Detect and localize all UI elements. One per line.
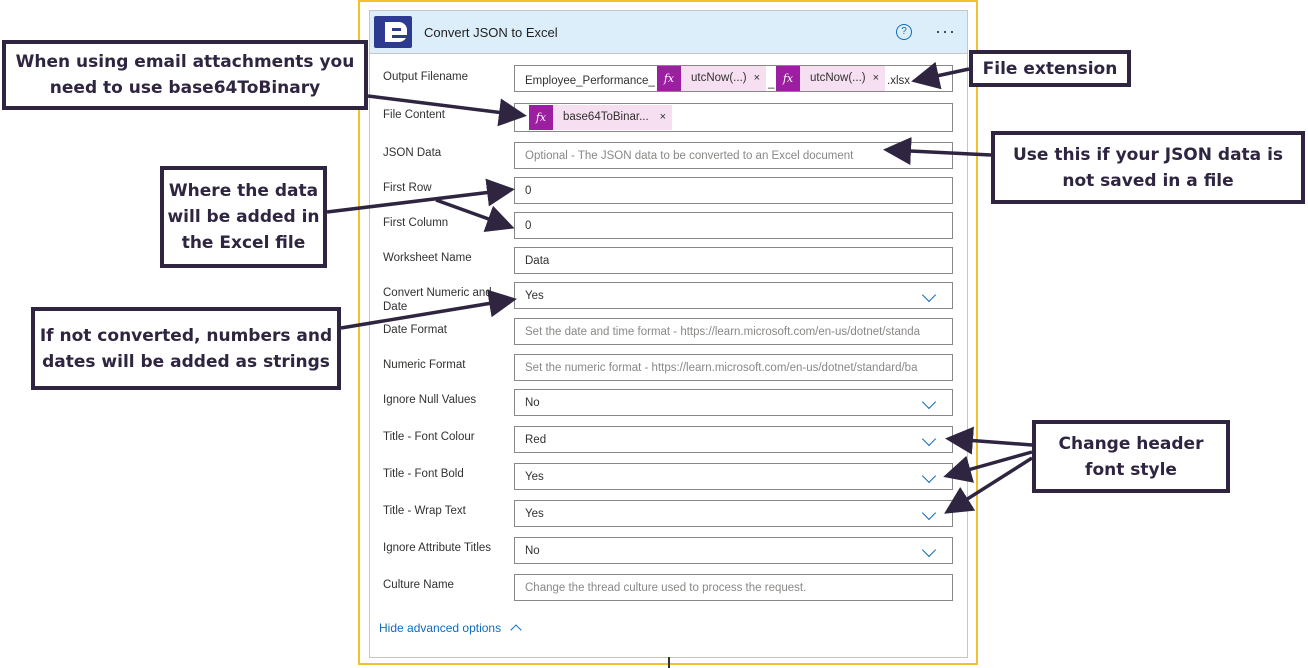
arrow-email-to-file-content — [367, 94, 527, 127]
arrow-to-font-colour — [945, 426, 1033, 455]
arrow-to-convert-numeric — [340, 289, 517, 330]
arrow-to-first-column — [435, 198, 515, 233]
arrow-to-json-data — [883, 137, 992, 166]
arrow-to-file-extension — [911, 61, 970, 90]
arrow-to-font-bold — [943, 450, 1033, 483]
arrow-to-wrap-text — [944, 456, 1033, 514]
annotation-arrows — [326, 61, 1033, 514]
arrow-to-first-row — [326, 178, 515, 214]
